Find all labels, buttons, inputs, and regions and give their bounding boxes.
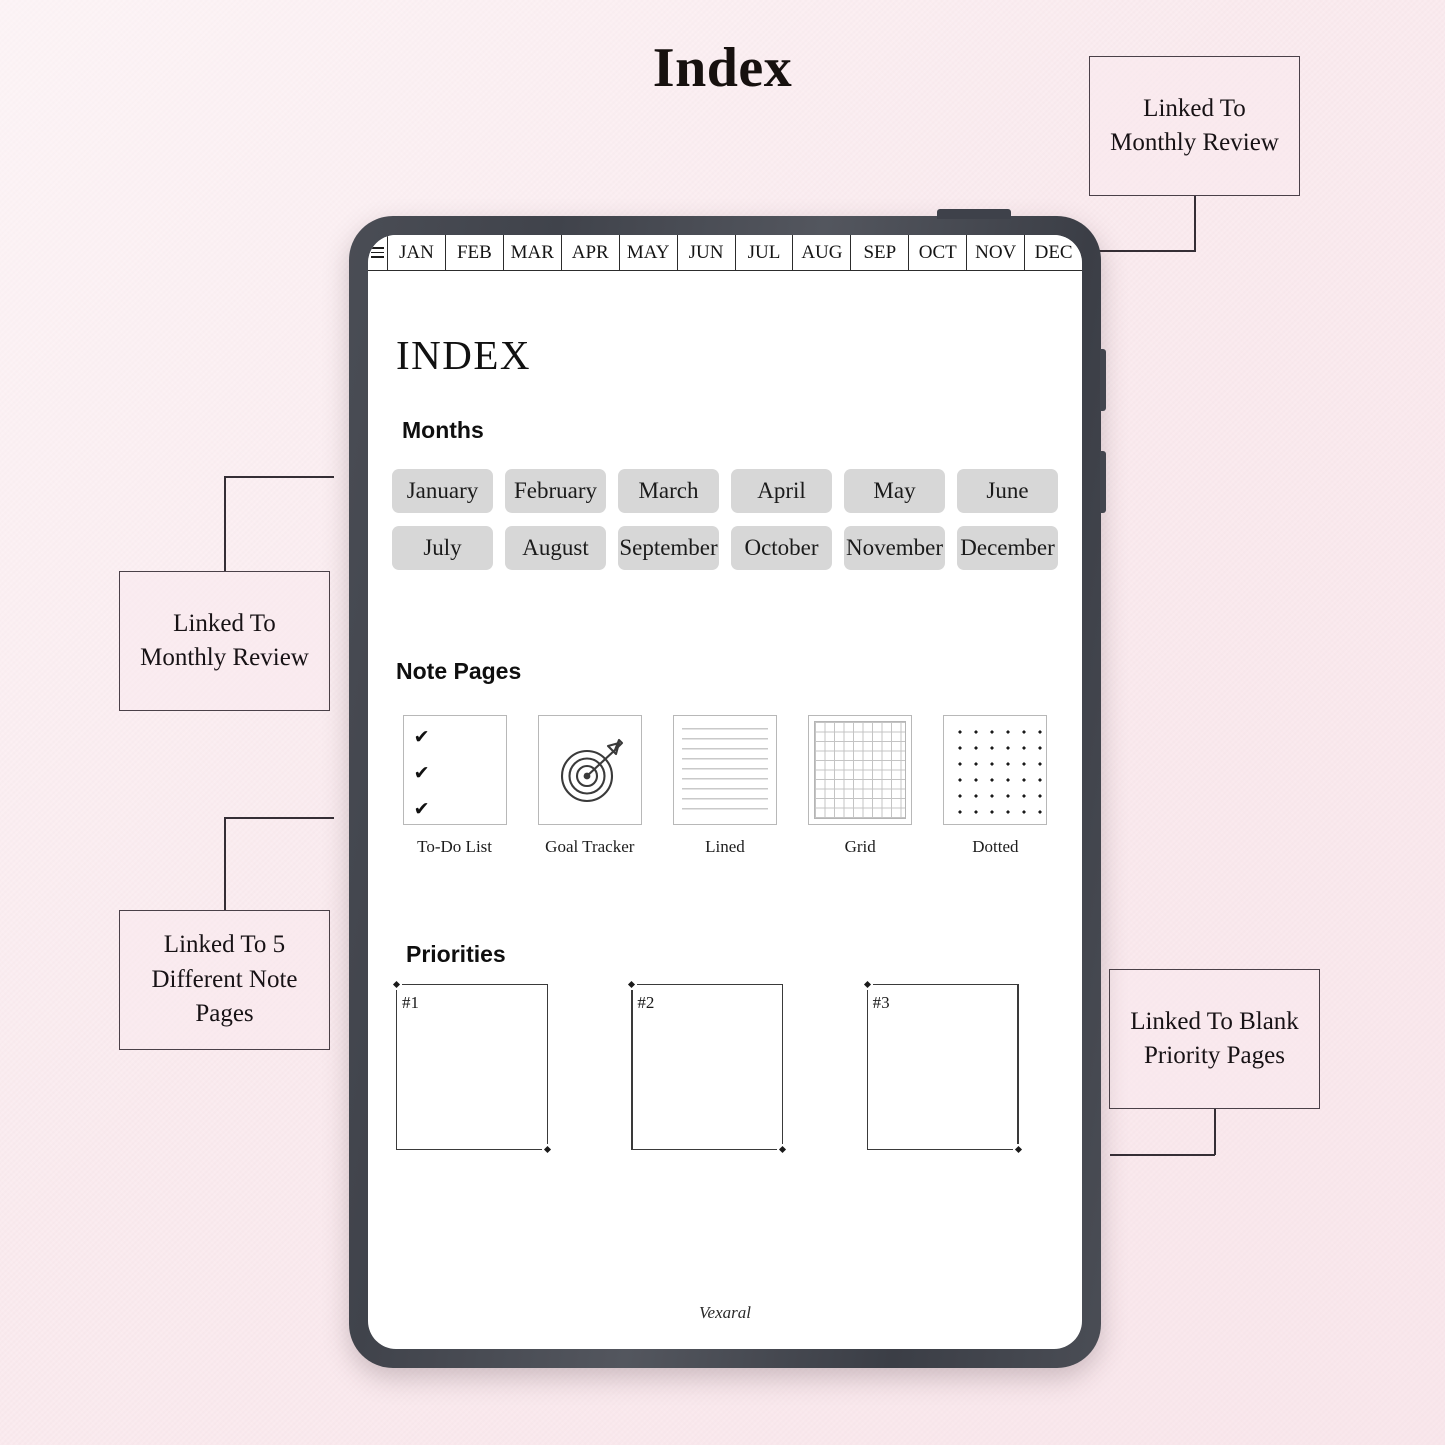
month-button-august[interactable]: August xyxy=(505,526,606,570)
callout-connector-vertical xyxy=(224,476,226,572)
note-pages-section-label: Note Pages xyxy=(396,658,522,684)
month-tab-mar[interactable]: MAR xyxy=(504,235,562,270)
priority-number: #3 xyxy=(872,993,890,1012)
callout-text: Linked To Blank Priority Pages xyxy=(1130,1007,1299,1070)
hamburger-icon[interactable] xyxy=(368,235,388,270)
corner-marker-icon xyxy=(543,1145,552,1154)
note-page-item-grid[interactable]: Grid xyxy=(798,715,923,857)
month-tab-sep[interactable]: SEP xyxy=(851,235,910,270)
month-tab-may[interactable]: MAY xyxy=(620,235,678,270)
note-page-caption: Lined xyxy=(705,837,745,856)
note-page-item-goal-tracker[interactable]: Goal Tracker xyxy=(527,715,652,857)
callout-text: Linked To 5 Different Note Pages xyxy=(151,931,298,1028)
priority-number: #2 xyxy=(637,993,655,1012)
month-tab-bar: JAN FEB MAR APR MAY JUN JUL AUG SEP OCT … xyxy=(368,235,1082,271)
month-tab-aug[interactable]: AUG xyxy=(793,235,852,270)
tablet-device: JAN FEB MAR APR MAY JUN JUL AUG SEP OCT … xyxy=(349,209,1106,1368)
power-button[interactable] xyxy=(937,209,1011,219)
planner-page-content: INDEX Months January February March Apri… xyxy=(368,271,1082,1349)
month-button-september[interactable]: September xyxy=(618,526,719,570)
callout-connector-vertical xyxy=(1214,1109,1216,1155)
callout-connector-vertical xyxy=(1194,196,1196,252)
priority-box-3[interactable]: #3 xyxy=(863,980,1022,1154)
priority-number: #1 xyxy=(402,993,419,1012)
corner-marker-icon xyxy=(1014,1145,1022,1154)
note-page-caption: Dotted xyxy=(972,837,1019,856)
corner-marker-icon xyxy=(392,980,401,989)
checklist-icon: ✔✔✔✔ xyxy=(402,715,507,825)
callout-linked-to-priority-pages: Linked To Blank Priority Pages xyxy=(1109,969,1320,1109)
priorities-section-label: Priorities xyxy=(406,941,506,967)
callout-connector-horizontal xyxy=(224,476,334,478)
tablet-screen: JAN FEB MAR APR MAY JUN JUL AUG SEP OCT … xyxy=(368,235,1082,1349)
priority-box-2[interactable]: #2 xyxy=(628,980,787,1154)
note-pages-grid: ✔✔✔✔ To-Do List xyxy=(392,715,1058,857)
note-page-caption: Goal Tracker xyxy=(545,837,635,856)
months-grid: January February March April May June Ju… xyxy=(392,469,1058,570)
note-page-item-lined[interactable]: Lined xyxy=(662,715,787,857)
index-heading: INDEX xyxy=(396,332,532,378)
month-button-june[interactable]: June xyxy=(957,469,1058,513)
priority-box-1[interactable]: #1 xyxy=(392,980,552,1154)
corner-marker-icon xyxy=(628,980,636,989)
grid-paper-icon xyxy=(808,715,913,825)
callout-linked-to-note-pages: Linked To 5 Different Note Pages xyxy=(119,910,330,1050)
callout-connector-horizontal xyxy=(1110,1154,1215,1156)
month-button-november[interactable]: November xyxy=(844,526,945,570)
priorities-row: #1 #2 #3 xyxy=(392,980,1058,1154)
target-dart-svg xyxy=(560,738,623,803)
month-button-april[interactable]: April xyxy=(731,469,832,513)
dotted-paper-icon xyxy=(943,715,1048,825)
month-tab-nov[interactable]: NOV xyxy=(967,235,1026,270)
note-page-item-dotted[interactable]: Dotted xyxy=(933,715,1058,857)
callout-linked-to-monthly-review-top: Linked To Monthly Review xyxy=(1089,56,1300,196)
callout-connector-horizontal xyxy=(224,817,334,819)
volume-down-button[interactable] xyxy=(1100,451,1106,513)
month-button-december[interactable]: December xyxy=(957,526,1058,570)
note-page-caption: Grid xyxy=(844,837,876,856)
month-tab-jan[interactable]: JAN xyxy=(388,235,446,270)
month-button-january[interactable]: January xyxy=(392,469,493,513)
month-button-july[interactable]: July xyxy=(392,526,493,570)
month-tab-apr[interactable]: APR xyxy=(562,235,620,270)
page-footer-brand: Vexaral xyxy=(699,1303,751,1322)
corner-marker-icon xyxy=(863,980,871,989)
callout-connector-horizontal xyxy=(1090,250,1195,252)
corner-marker-icon xyxy=(779,1145,787,1154)
month-button-february[interactable]: February xyxy=(505,469,606,513)
note-page-caption: To-Do List xyxy=(417,837,493,856)
month-tab-jul[interactable]: JUL xyxy=(736,235,794,270)
month-tab-oct[interactable]: OCT xyxy=(909,235,968,270)
callout-connector-vertical xyxy=(224,817,226,911)
month-button-may[interactable]: May xyxy=(844,469,945,513)
callout-text: Linked To Monthly Review xyxy=(1110,94,1279,157)
callout-linked-to-monthly-review-left: Linked To Monthly Review xyxy=(119,571,330,711)
month-tab-jun[interactable]: JUN xyxy=(678,235,736,270)
month-tab-feb[interactable]: FEB xyxy=(446,235,504,270)
month-button-march[interactable]: March xyxy=(618,469,719,513)
month-button-october[interactable]: October xyxy=(731,526,832,570)
months-section-label: Months xyxy=(402,417,484,443)
target-dart-icon xyxy=(537,715,642,825)
note-page-item-todo[interactable]: ✔✔✔✔ To-Do List xyxy=(392,715,517,857)
month-tab-dec[interactable]: DEC xyxy=(1025,235,1082,270)
lined-paper-icon xyxy=(672,715,777,825)
callout-text: Linked To Monthly Review xyxy=(140,609,309,672)
volume-up-button[interactable] xyxy=(1100,349,1106,411)
